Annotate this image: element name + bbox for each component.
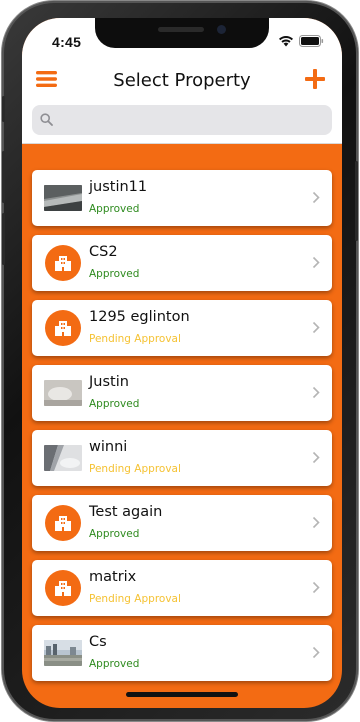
- wifi-icon: [279, 36, 293, 47]
- building-icon: [45, 505, 81, 541]
- home-indicator[interactable]: [126, 692, 238, 697]
- property-name: Cs: [89, 634, 107, 650]
- chevron-right-icon: [312, 581, 320, 594]
- property-photo: [44, 640, 82, 666]
- property-item[interactable]: justin11 Approved: [32, 170, 332, 226]
- search-input[interactable]: [58, 105, 328, 135]
- speaker: [158, 27, 204, 32]
- plus-icon: [305, 69, 325, 89]
- chevron-right-icon: [312, 451, 320, 464]
- building-icon: [45, 570, 81, 606]
- chevron-right-icon: [312, 386, 320, 399]
- property-photo: [44, 185, 82, 211]
- property-status: Approved: [89, 398, 140, 410]
- property-name: winni: [89, 439, 128, 455]
- search-field[interactable]: [32, 105, 332, 135]
- chevron-right-icon: [312, 646, 320, 659]
- property-photo: [44, 445, 82, 471]
- property-status: Pending Approval: [89, 463, 181, 475]
- property-status: Approved: [89, 658, 140, 670]
- property-status: Approved: [89, 203, 140, 215]
- property-name: Test again: [89, 504, 163, 520]
- chevron-right-icon: [312, 256, 320, 269]
- notch: [95, 18, 269, 48]
- property-name: Justin: [89, 374, 129, 390]
- property-item[interactable]: Test again Approved: [32, 495, 332, 551]
- property-item[interactable]: Justin Approved: [32, 365, 332, 421]
- add-property-button[interactable]: [304, 68, 330, 94]
- nav-bar: Select Property: [22, 62, 342, 102]
- building-icon: [45, 245, 81, 281]
- status-bar: 4:45: [22, 18, 342, 62]
- property-status: Pending Approval: [89, 593, 181, 605]
- status-time: 4:45: [52, 34, 82, 50]
- property-photo: [44, 380, 82, 406]
- chevron-right-icon: [312, 516, 320, 529]
- property-name: matrix: [89, 569, 137, 585]
- search-bar-container: [22, 102, 342, 144]
- chevron-right-icon: [312, 191, 320, 204]
- property-item[interactable]: matrix Pending Approval: [32, 560, 332, 616]
- status-icons: [278, 35, 324, 47]
- property-item[interactable]: winni Pending Approval: [32, 430, 332, 486]
- screen: 4:45 Select Property justin11 Approved C…: [22, 18, 342, 708]
- power-button: [355, 161, 358, 241]
- property-name: 1295 eglinton: [89, 309, 190, 325]
- property-status: Pending Approval: [89, 333, 181, 345]
- battery-icon: [299, 35, 324, 47]
- property-item[interactable]: Cs Approved: [32, 625, 332, 681]
- property-item[interactable]: 1295 eglinton Pending Approval: [32, 300, 332, 356]
- volume-up-button: [2, 151, 5, 203]
- building-icon: [45, 310, 81, 346]
- page-title: Select Property: [113, 70, 251, 91]
- chevron-right-icon: [312, 321, 320, 334]
- property-name: CS2: [89, 244, 118, 260]
- search-icon: [40, 113, 53, 126]
- property-item[interactable]: CS2 Approved: [32, 235, 332, 291]
- front-camera: [217, 25, 226, 34]
- property-status: Approved: [89, 268, 140, 280]
- property-name: justin11: [89, 179, 148, 195]
- phone-frame: 4:45 Select Property justin11 Approved C…: [2, 1, 358, 721]
- volume-down-button: [2, 213, 5, 265]
- silent-switch: [2, 96, 5, 122]
- property-status: Approved: [89, 528, 140, 540]
